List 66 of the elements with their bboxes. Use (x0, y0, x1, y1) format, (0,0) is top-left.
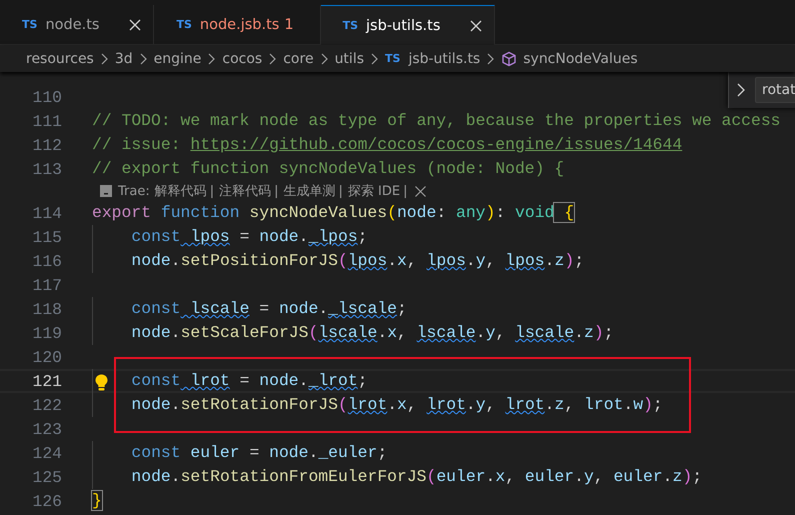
code-line: // export function syncNodeValues (node: Node) { (92, 158, 564, 180)
code-line: const lpos = node._lpos; (131, 226, 368, 248)
code-line: const euler = node._euler; (131, 442, 388, 464)
editor-tab[interactable]: TS jsb-utils.ts (320, 5, 496, 45)
breadcrumb-item[interactable]: utils (334, 50, 364, 66)
line-number: 117 (31, 276, 62, 294)
editor-tab[interactable]: TS node.ts (0, 5, 154, 45)
line-number: 112 (31, 136, 62, 154)
code-line: node.setRotationForJS(lrot.x, lrot.y, lrot.z, lrot.w); (131, 394, 663, 416)
code-line: node.setPositionForJS(lpos.x, lpos.y, lpos.z); (131, 250, 584, 272)
code-line: node.setRotationFromEulerForJS(euler.x, euler.y, euler.z); (131, 466, 702, 488)
chevron-right-icon (320, 52, 328, 64)
code-line: // TODO: we mark node as type of any, because the properties we access (92, 110, 781, 132)
separator: | (210, 184, 214, 198)
separator: | (403, 184, 408, 198)
chevron-right-icon[interactable] (737, 83, 745, 97)
separator: | (274, 184, 279, 198)
chevron-right-icon (371, 52, 378, 64)
line-number: 111 (31, 112, 62, 130)
chevron-right-icon (140, 52, 147, 64)
code-line: // issue: https://github.com/cocos/cocos-engine/issues/14644 (92, 134, 682, 156)
line-number: 121 (31, 372, 62, 390)
line-number: 122 (31, 396, 62, 414)
square-icon (100, 185, 112, 197)
codelens-action[interactable]: 生成单测 (284, 182, 336, 200)
line-number: 124 (31, 444, 62, 462)
breadcrumb-item[interactable]: 3d (114, 50, 133, 66)
breadcrumb-item[interactable]: core (283, 50, 314, 66)
line-number: 116 (31, 252, 62, 270)
breadcrumb-item[interactable]: cocos (222, 50, 262, 66)
breadcrumb-item[interactable]: resources (26, 50, 94, 66)
line-number: 119 (31, 324, 62, 342)
editor-tab[interactable]: TS node.jsb.ts 1 (154, 5, 321, 45)
separator: | (338, 184, 343, 198)
lightbulb-icon[interactable] (95, 374, 108, 391)
line-number: 125 (31, 468, 62, 486)
line-number: 115 (31, 228, 62, 246)
chevron-right-icon (100, 52, 108, 64)
line-number: 113 (31, 160, 62, 178)
code-line: const lrot = node._lrot; (131, 370, 368, 392)
codelens-action[interactable]: 注释代码 (219, 182, 272, 200)
close-icon[interactable] (129, 18, 142, 30)
line-number: 120 (31, 348, 62, 366)
cube-icon (501, 50, 518, 66)
chevron-right-icon (269, 52, 276, 64)
code-line: const lscale = node._lscale; (131, 298, 407, 320)
chevron-right-icon (208, 52, 216, 64)
close-icon[interactable] (470, 20, 482, 32)
chevron-right-icon (487, 52, 494, 64)
code-line: node.setScaleForJS(lscale.x, lscale.y, lscale.z); (131, 322, 614, 344)
line-number: 126 (31, 492, 62, 510)
code-line: export function syncNodeValues(node: any): void { (92, 202, 574, 224)
close-icon[interactable] (414, 186, 426, 196)
line-number: 114 (31, 204, 62, 222)
breadcrumb-item[interactable]: engine (154, 50, 202, 66)
line-number: 123 (31, 420, 62, 438)
breadcrumb-item[interactable]: TS jsb-utils.ts (385, 50, 480, 66)
codelens-label: Trae: (118, 184, 150, 198)
code-line: } (92, 490, 102, 512)
codelens-action[interactable]: 解释代码 (154, 182, 207, 200)
find-input[interactable]: rotat (755, 77, 795, 103)
line-number: 110 (31, 88, 62, 106)
line-number: 118 (31, 300, 62, 318)
codelens-action[interactable]: 探索 IDE (348, 182, 400, 200)
breadcrumb-item[interactable]: syncNodeValues (501, 50, 638, 66)
link[interactable]: https://github.com/cocos/cocos-engine/issues/14644 (190, 135, 682, 154)
